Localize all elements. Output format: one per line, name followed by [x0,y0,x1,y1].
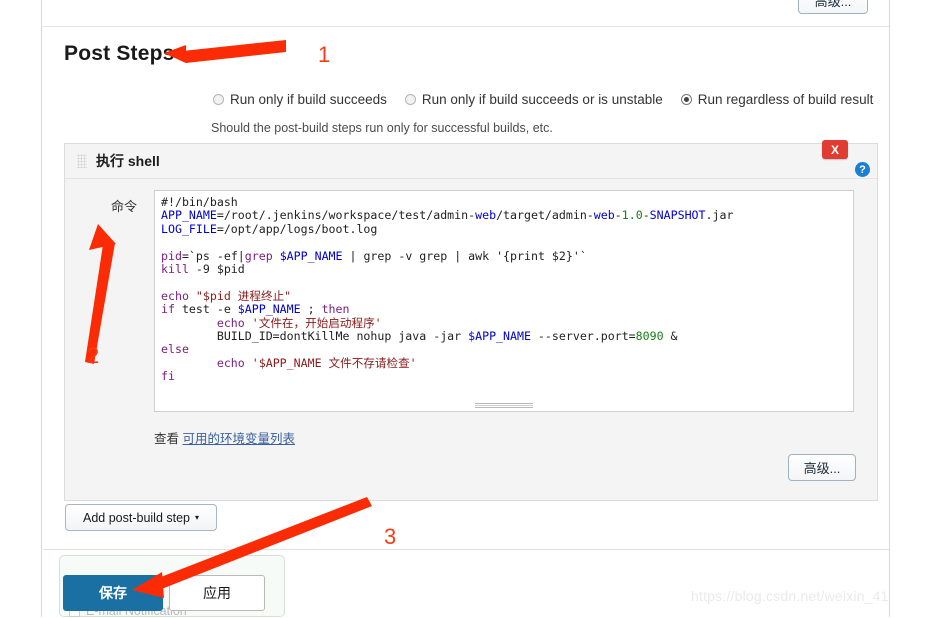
radio-dot-unselected[interactable] [213,94,224,105]
save-button[interactable]: 保存 [63,575,163,611]
advanced-button-builder[interactable]: 高级... [788,454,856,481]
delete-builder-button[interactable]: X [822,140,848,159]
top-divider-strip: 高级... [43,0,932,27]
content-area: 高级... Post Steps Run only if build succe… [43,0,932,618]
radio-dot-unselected[interactable] [404,94,416,105]
run-condition-radio-group: Run only if build succeeds Run only if b… [213,92,873,107]
radio-label: Run regardless of build result [697,92,874,107]
add-post-build-step-label: Add post-build step [82,510,190,525]
radio-label: Run only if build succeeds [230,92,387,107]
chevron-down-icon: ▾ [195,512,200,522]
help-icon[interactable]: ? [855,162,870,177]
builder-header: 执行 shell X ? [65,140,877,179]
advanced-button-top[interactable]: 高级... [798,0,868,14]
env-prefix-text: 查看 [154,432,180,446]
textarea-resize-grip[interactable] [475,403,533,408]
command-field-label: 命令 [111,199,138,214]
add-post-build-step-button[interactable]: Add post-build step ▾ [65,504,217,531]
radio-dot-selected[interactable] [680,94,692,105]
jenkins-config-page: 高级... Post Steps Run only if build succe… [0,0,932,618]
apply-button[interactable]: 应用 [169,575,265,611]
radio-label: Run only if build succeeds or is unstabl… [421,92,663,107]
radio-option-run-if-succeeds[interactable]: Run only if build succeeds [213,92,387,107]
command-code-content: #!/bin/bash APP_NAME=/root/.jenkins/work… [161,195,734,384]
left-gutter [0,0,42,617]
right-rail [889,0,932,617]
drag-handle-icon[interactable] [77,154,87,168]
env-variables-link[interactable]: 可用的环境变量列表 [183,432,296,446]
command-textarea[interactable]: #!/bin/bash APP_NAME=/root/.jenkins/work… [154,190,854,412]
run-condition-help-text: Should the post-build steps run only for… [211,121,553,135]
radio-option-run-if-succeeds-or-unstable[interactable]: Run only if build succeeds or is unstabl… [404,92,663,107]
bottom-divider [43,549,932,550]
page-title: Post Steps [64,42,175,65]
builder-title: 执行 shell [96,153,160,169]
env-variables-line: 查看 可用的环境变量列表 [154,428,295,447]
radio-option-run-regardless[interactable]: Run regardless of build result [680,92,874,107]
